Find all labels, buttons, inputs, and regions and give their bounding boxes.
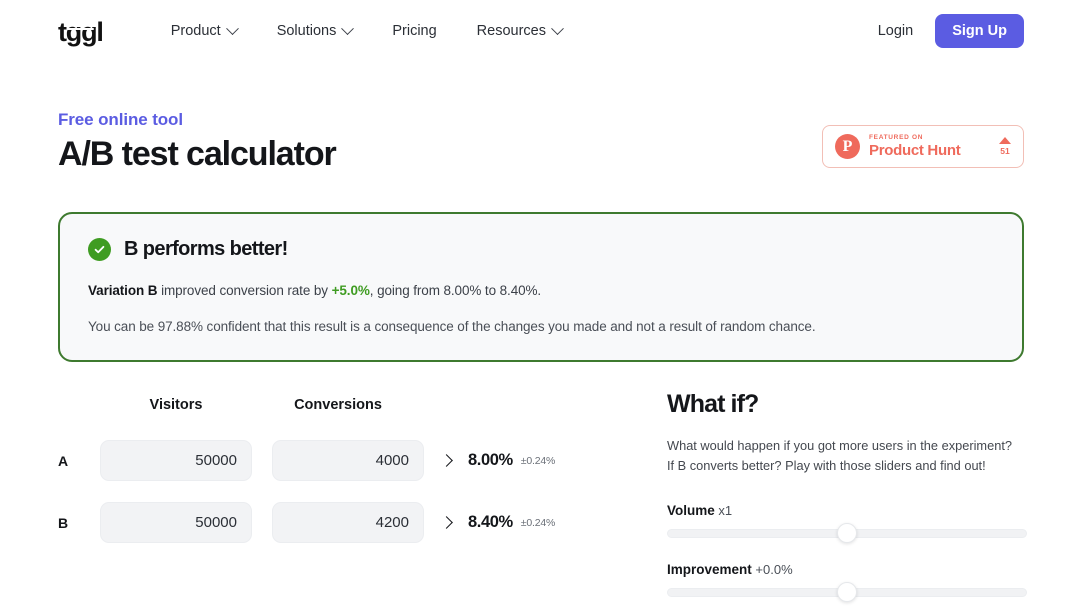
row-arrow-b — [424, 516, 468, 529]
chevron-right-icon — [439, 454, 453, 467]
tggl-logo[interactable]: tggl — [58, 16, 104, 47]
check-circle-icon — [88, 238, 111, 262]
lower-section: Visitors Conversions A 8.00% ±0.24% B — [58, 390, 1027, 603]
volume-slider-value: x1 — [718, 502, 733, 518]
page-title: A/B test calculator — [58, 135, 337, 173]
volume-slider-track[interactable] — [667, 523, 1027, 544]
result-summary-tail: , going from 8.00% to 8.40%. — [369, 283, 542, 299]
calculator-column-headers: Visitors Conversions — [58, 390, 666, 420]
nav-item-pricing-label: Pricing — [392, 23, 437, 39]
visitors-input-a[interactable] — [100, 440, 252, 482]
product-hunt-upvote-count: 51 — [1000, 146, 1010, 157]
result-delta-value: +5.0% — [331, 283, 370, 299]
login-link[interactable]: Login — [878, 23, 913, 39]
margin-of-error-b: ±0.24% — [520, 516, 556, 529]
nav-item-resources[interactable]: Resources — [476, 21, 564, 39]
volume-slider-name: Volume — [667, 502, 715, 518]
top-navigation-bar: tggl Product Solutions Pricing Resources… — [0, 0, 1080, 62]
product-hunt-upvote[interactable]: 51 — [999, 137, 1011, 156]
row-label-a: A — [58, 452, 69, 469]
margin-of-error-a: ±0.24% — [520, 454, 556, 467]
what-if-panel: What if? What would happen if you got mo… — [666, 390, 1027, 603]
product-hunt-badge[interactable]: P FEATURED ON Product Hunt 51 — [822, 125, 1024, 169]
product-hunt-featured-label: FEATURED ON — [869, 133, 924, 141]
visitors-input-b[interactable] — [100, 502, 252, 544]
nav-item-product[interactable]: Product — [170, 21, 239, 39]
result-banner: B performs better! Variation B improved … — [58, 212, 1024, 363]
conversions-input-a[interactable] — [272, 440, 424, 482]
column-header-conversions: Conversions — [294, 397, 382, 414]
nav-item-solutions-label: Solutions — [276, 23, 337, 39]
improvement-slider-group: Improvement +0.0% — [667, 562, 1027, 603]
sign-up-button[interactable]: Sign Up — [935, 14, 1024, 48]
nav-item-pricing[interactable]: Pricing — [392, 23, 436, 39]
result-variation-label: Variation B — [88, 283, 158, 299]
nav-item-solutions[interactable]: Solutions — [276, 21, 355, 39]
column-header-visitors: Visitors — [149, 397, 203, 414]
improvement-slider-value: +0.0% — [755, 561, 793, 577]
hero-eyebrow: Free online tool — [58, 110, 183, 129]
volume-slider-label: Volume x1 — [667, 503, 1027, 518]
result-banner-header: B performs better! — [88, 238, 994, 262]
improvement-slider-track[interactable] — [667, 582, 1027, 603]
row-arrow-a — [424, 454, 468, 467]
what-if-title: What if? — [667, 390, 759, 419]
calculator-row-b: B 8.40% ±0.24% — [58, 502, 666, 544]
conversion-rate-a: 8.00% — [468, 451, 513, 470]
hero-text: Free online tool A/B test calculator — [58, 110, 337, 174]
chevron-down-icon — [551, 21, 564, 35]
result-summary-line: Variation B improved conversion rate by … — [88, 283, 994, 298]
nav-links: Product Solutions Pricing Resources — [170, 21, 564, 39]
chevron-down-icon — [341, 21, 355, 35]
hero-section: Free online tool A/B test calculator P F… — [58, 62, 1024, 174]
conversions-input-b[interactable] — [272, 502, 424, 544]
calculator-row-a: A 8.00% ±0.24% — [58, 440, 666, 482]
what-if-description: What would happen if you got more users … — [667, 438, 1012, 474]
improvement-slider-label: Improvement +0.0% — [667, 562, 1027, 577]
result-banner-title: B performs better! — [124, 238, 288, 261]
row-label-b: B — [58, 514, 69, 531]
nav-item-resources-label: Resources — [476, 23, 546, 39]
result-summary-mid: improved conversion rate by — [157, 283, 332, 299]
logo-text: tggl — [58, 16, 104, 47]
nav-actions: Login Sign Up — [878, 14, 1024, 48]
nav-item-product-label: Product — [170, 23, 221, 39]
product-hunt-icon: P — [835, 134, 860, 160]
volume-slider-thumb[interactable] — [837, 523, 857, 544]
conversion-rate-b: 8.40% — [468, 513, 513, 532]
product-hunt-name: Product Hunt — [869, 141, 961, 159]
upvote-arrow-icon — [999, 137, 1011, 145]
calculator-panel: Visitors Conversions A 8.00% ±0.24% B — [58, 390, 666, 596]
improvement-slider-name: Improvement — [667, 561, 752, 577]
chevron-right-icon — [439, 516, 453, 529]
page-content: Free online tool A/B test calculator P F… — [0, 62, 1080, 603]
result-confidence-line: You can be 97.88% confident that this re… — [88, 319, 816, 335]
product-hunt-text: FEATURED ON Product Hunt — [869, 133, 990, 159]
volume-slider-group: Volume x1 — [667, 503, 1027, 544]
chevron-down-icon — [225, 21, 239, 35]
improvement-slider-thumb[interactable] — [837, 582, 857, 603]
